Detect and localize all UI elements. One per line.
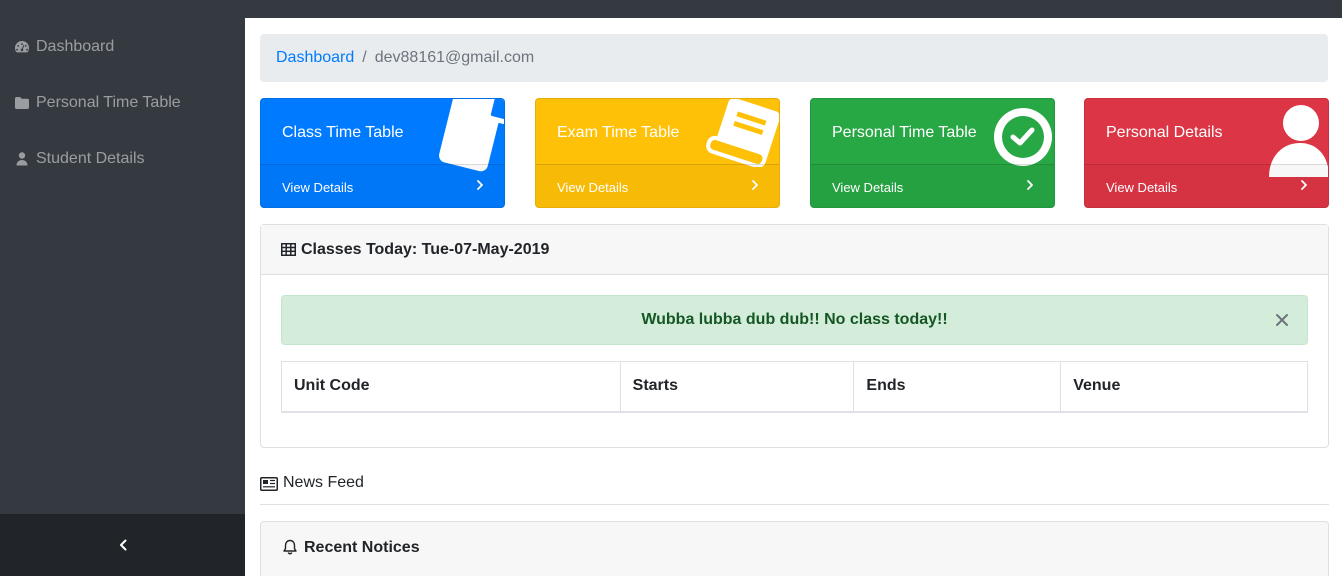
- classes-today-header: Classes Today: Tue-07-May-2019: [261, 225, 1328, 275]
- column-header-starts: Starts: [619, 361, 855, 413]
- breadcrumb-separator: /: [362, 49, 367, 66]
- column-header-venue: Venue: [1060, 361, 1308, 413]
- table-icon: [281, 243, 296, 256]
- card-footer-label: View Details: [1106, 179, 1178, 195]
- sidebar-toggle-button[interactable]: [0, 514, 245, 576]
- newspaper-icon: [260, 477, 278, 491]
- card-title: Personal Details: [1106, 124, 1223, 141]
- card-body: Personal Details: [1085, 99, 1328, 177]
- chevron-left-icon: [119, 539, 126, 551]
- classes-table: Unit Code Starts Ends Venue: [281, 361, 1308, 413]
- card-body: Exam Time Table: [536, 99, 779, 167]
- clipboard-icon: [439, 99, 504, 172]
- card-personal-time-table: Personal Time Table View Details: [810, 98, 1055, 208]
- card-footer-label: View Details: [282, 179, 354, 195]
- card-body: Personal Time Table: [811, 99, 1054, 166]
- news-feed-heading: News Feed: [260, 474, 1329, 505]
- bell-icon: [283, 539, 297, 555]
- card-title: Exam Time Table: [557, 124, 680, 141]
- classes-today-card: Classes Today: Tue-07-May-2019 Wubba lub…: [260, 224, 1329, 448]
- main-content: Dashboard / dev88161@gmail.com Class Tim…: [245, 18, 1342, 576]
- sidebar: Dashboard Personal Time Table Student De…: [0, 18, 245, 576]
- card-body: Class Time Table: [261, 99, 504, 172]
- card-personal-details: Personal Details View Details: [1084, 98, 1329, 208]
- book-icon: [706, 99, 779, 167]
- card-view-details-link[interactable]: View Details: [536, 164, 779, 207]
- card-view-details-link[interactable]: View Details: [1085, 164, 1328, 207]
- user-icon: [16, 152, 28, 166]
- card-view-details-link[interactable]: View Details: [261, 164, 504, 207]
- sidebar-item-dashboard[interactable]: Dashboard: [14, 36, 114, 58]
- card-view-details-link[interactable]: View Details: [811, 164, 1054, 207]
- folder-icon: [15, 97, 29, 109]
- column-header-ends: Ends: [853, 361, 1062, 413]
- sidebar-item-label: Dashboard: [36, 38, 115, 55]
- alert-message: Wubba lubba dub dub!! No class today!!: [641, 311, 948, 328]
- recent-notices-title: Recent Notices: [304, 539, 420, 556]
- sidebar-item-personal-time-table[interactable]: Personal Time Table: [14, 92, 181, 114]
- close-icon[interactable]: [1275, 313, 1289, 327]
- classes-today-title: Classes Today: Tue-07-May-2019: [301, 240, 550, 258]
- recent-notices-card: Recent Notices: [260, 521, 1329, 576]
- card-class-time-table: Class Time Table View Details: [260, 98, 505, 208]
- chevron-right-icon: [752, 180, 758, 190]
- top-navbar: [0, 0, 1342, 18]
- breadcrumb-current: dev88161@gmail.com: [374, 49, 535, 66]
- table-header-row: Unit Code Starts Ends Venue: [281, 361, 1308, 413]
- sidebar-item-label: Personal Time Table: [36, 94, 181, 111]
- no-class-alert: Wubba lubba dub dub!! No class today!!: [281, 295, 1308, 345]
- card-title: Personal Time Table: [832, 124, 977, 141]
- tachometer-icon: [15, 41, 29, 53]
- chevron-right-icon: [1027, 180, 1033, 190]
- column-header-unit-code: Unit Code: [281, 361, 621, 413]
- chevron-right-icon: [1301, 180, 1307, 190]
- breadcrumb: Dashboard / dev88161@gmail.com: [260, 34, 1328, 82]
- card-exam-time-table: Exam Time Table View Details: [535, 98, 780, 208]
- card-footer-label: View Details: [832, 179, 904, 195]
- sidebar-item-label: Student Details: [36, 150, 145, 167]
- breadcrumb-home-link[interactable]: Dashboard: [276, 49, 354, 67]
- card-title: Class Time Table: [282, 124, 404, 141]
- chevron-right-icon: [477, 180, 483, 190]
- card-footer-label: View Details: [557, 179, 629, 195]
- clock-check-icon: [994, 108, 1052, 166]
- sidebar-item-student-details[interactable]: Student Details: [14, 148, 145, 170]
- news-feed-label: News Feed: [283, 474, 364, 491]
